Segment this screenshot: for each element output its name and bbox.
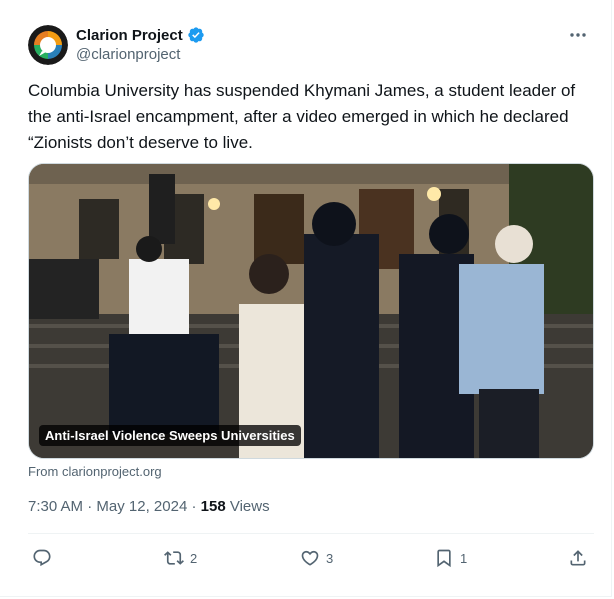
clarion-logo-icon [28,25,68,65]
media-caption: Anti-Israel Violence Sweeps Universities [39,425,301,446]
retweet-button[interactable]: 2 [164,545,197,571]
meta-separator-2: · [191,498,197,515]
tweet-card: Clarion Project @clarionproject Columbia… [0,0,612,597]
bookmark-count: 1 [460,550,468,566]
avatar[interactable] [28,25,68,65]
account-name[interactable]: Clarion Project [76,27,183,44]
retweet-icon [164,551,184,565]
views-count: 158 [200,498,226,515]
more-options-icon[interactable] [567,24,589,46]
bookmark-button[interactable]: 1 [434,545,467,571]
heart-icon [301,550,319,566]
like-count: 3 [326,550,334,566]
tweet-media-image[interactable]: Anti-Israel Violence Sweeps Universities [28,163,594,459]
tweet-meta: 7:30 AM · May 12, 2024 · 158 Views [28,498,270,515]
views-label: Views [229,498,270,515]
divider [28,533,594,534]
tweet-text: Columbia University has suspended Khyman… [28,81,576,152]
tweet-time[interactable]: 7:30 AM [28,498,83,515]
action-bar: 2 3 1 [28,545,594,571]
protest-photo [29,164,593,458]
reply-icon [33,549,51,567]
account-handle[interactable]: @clarionproject [76,46,180,63]
share-icon [570,550,586,566]
like-button[interactable]: 3 [300,545,333,571]
tweet-date[interactable]: May 12, 2024 [96,498,187,515]
verified-badge-icon [188,27,204,43]
media-source-link[interactable]: From clarionproject.org [28,464,162,479]
share-button[interactable] [568,545,588,571]
account-name-row: Clarion Project [76,26,205,44]
retweet-count: 2 [190,550,198,566]
bookmark-icon [437,549,451,568]
meta-separator: · [87,498,93,515]
reply-button[interactable] [32,545,58,571]
